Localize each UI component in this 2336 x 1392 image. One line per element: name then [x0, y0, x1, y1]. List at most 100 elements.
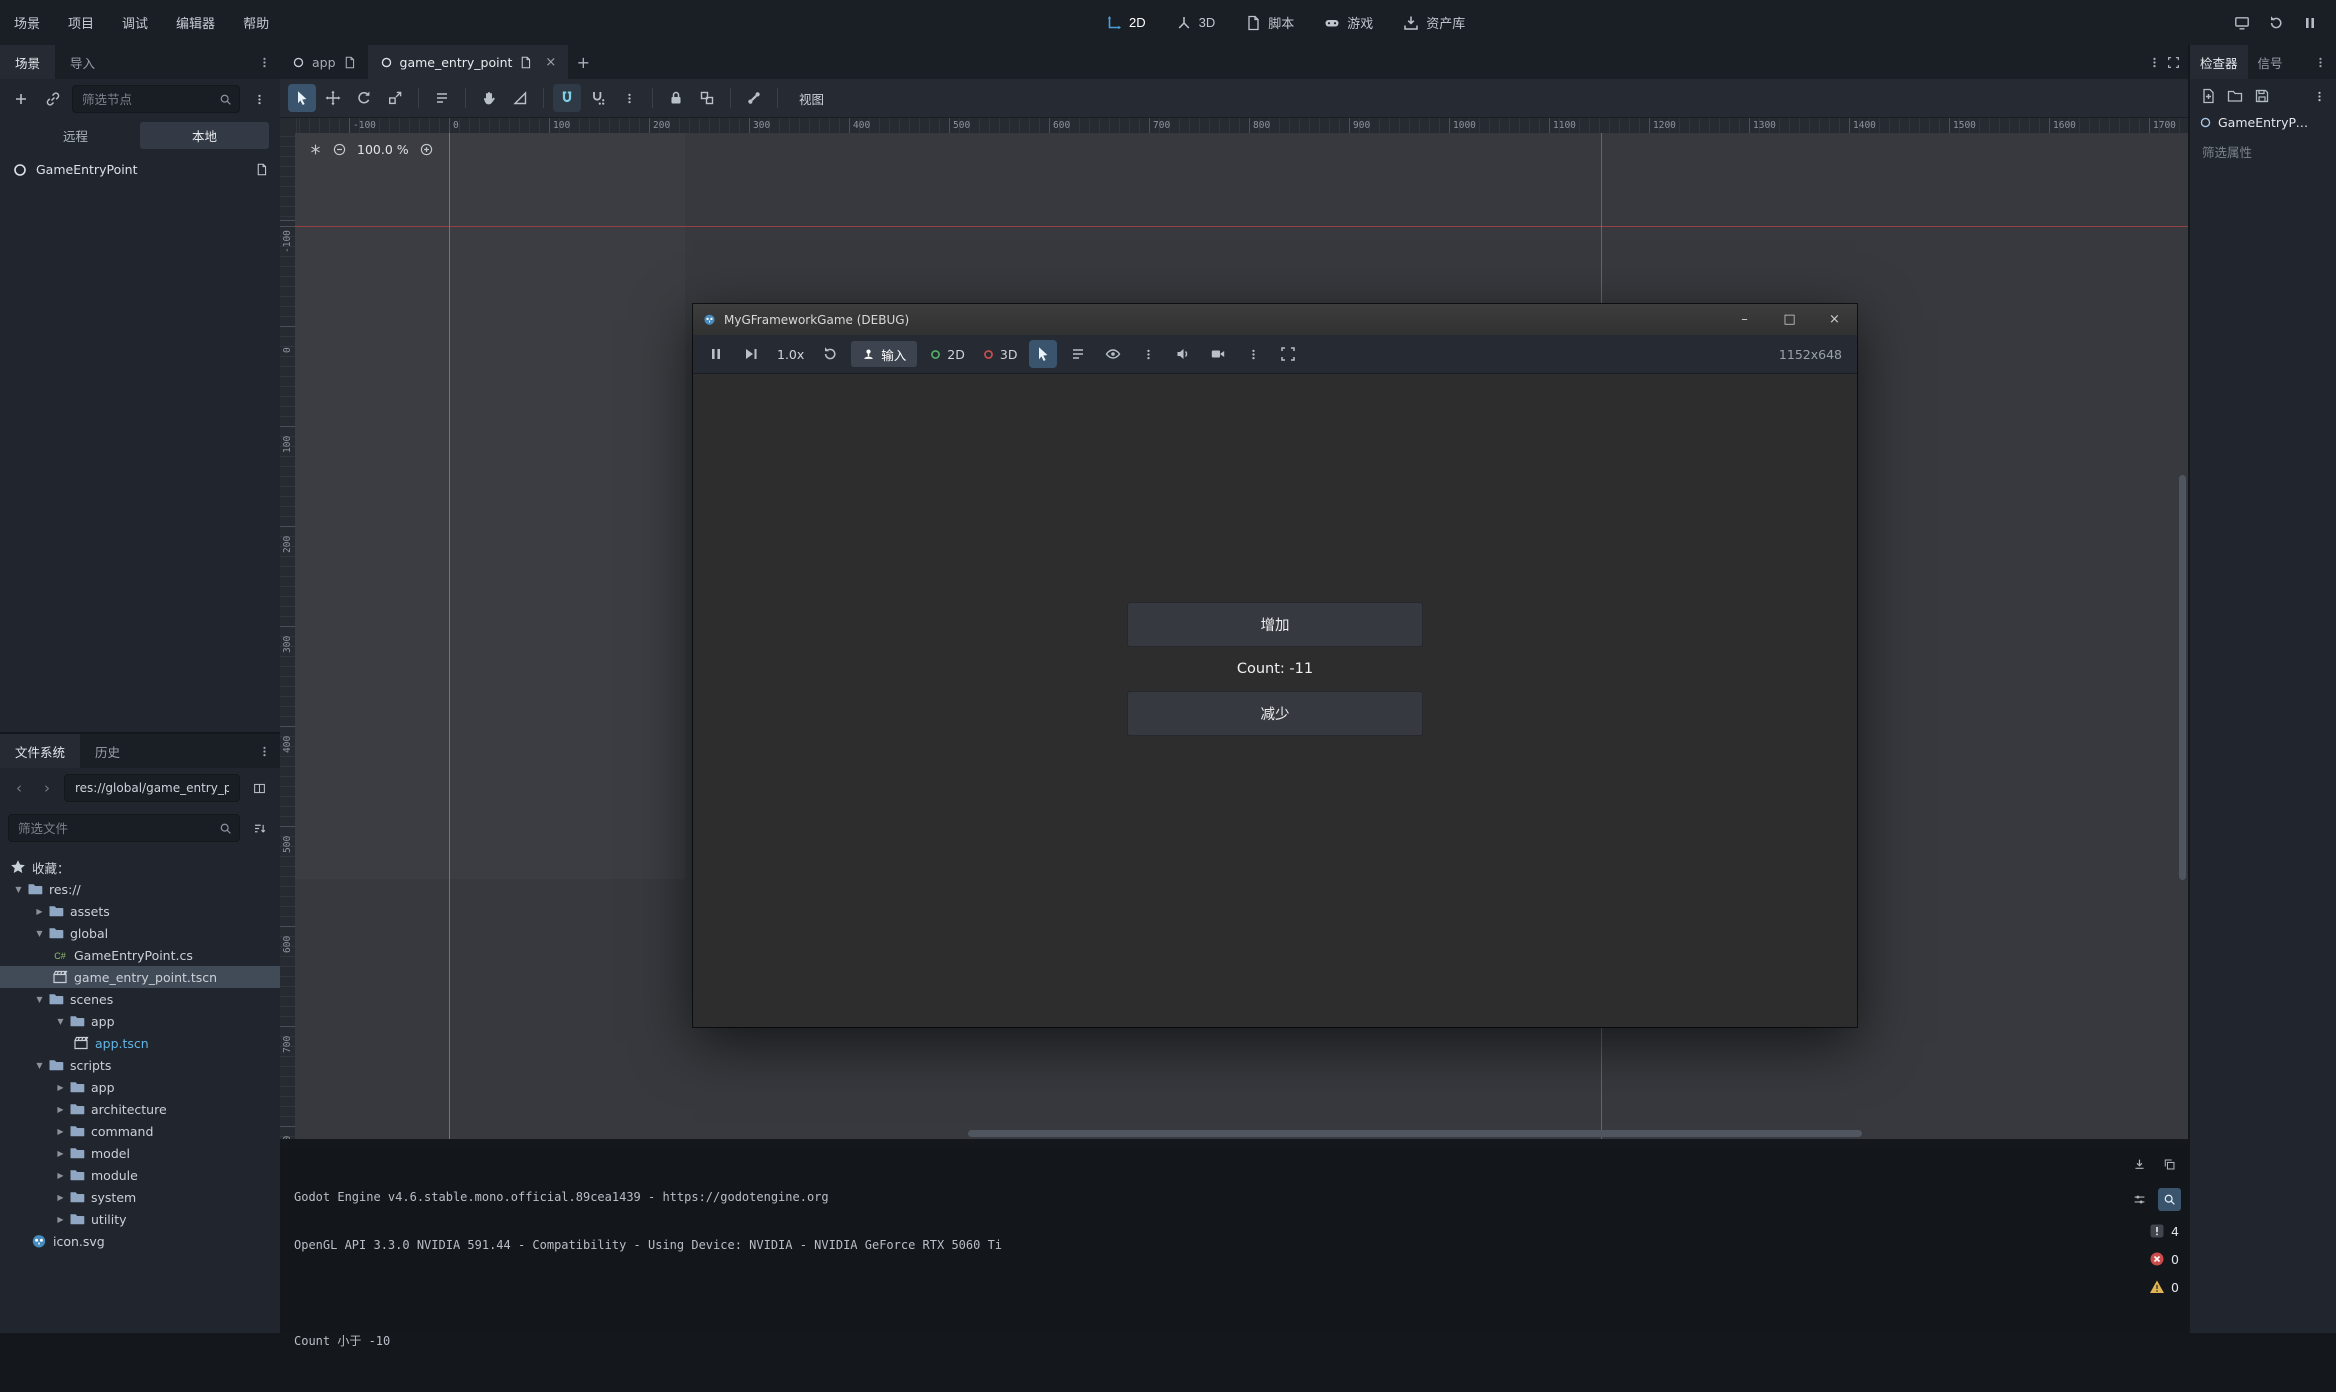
reload-icon[interactable] [2268, 15, 2284, 31]
select-tool-button[interactable] [288, 84, 316, 112]
workspace-game-button[interactable]: 游戏 [1313, 8, 1384, 37]
select-list-icon[interactable] [1064, 340, 1092, 368]
tab-import[interactable]: 导入 [55, 45, 110, 79]
filter-messages-icon[interactable] [2128, 1188, 2151, 1211]
maximize-button[interactable]: □ [1767, 304, 1812, 335]
camera-3d-toggle[interactable]: 3D [977, 347, 1023, 362]
fs-item[interactable]: ▶command [0, 1120, 280, 1142]
time-scale-label[interactable]: 1.0x [772, 347, 809, 362]
hscroll-thumb[interactable] [968, 1130, 1862, 1137]
menu-debug[interactable]: 调试 [108, 0, 162, 45]
menu-editor[interactable]: 编辑器 [162, 0, 229, 45]
list-select-button[interactable] [428, 84, 456, 112]
visibility-icon[interactable] [1099, 340, 1127, 368]
scene-tree-menu-icon[interactable] [246, 86, 272, 112]
tab-filesystem[interactable]: 文件系统 [0, 734, 80, 768]
minimize-button[interactable]: – [1722, 304, 1767, 335]
view-menu-button[interactable]: 视图 [787, 84, 836, 113]
fs-item[interactable]: GameEntryPoint.cs [0, 944, 280, 966]
selection-options-icon[interactable] [1134, 340, 1162, 368]
workspace-assetlib-button[interactable]: 资产库 [1392, 8, 1476, 37]
viewport-canvas[interactable]: 100.0 % MyGFrameworkGame (DEBUG) – □ × 1… [295, 133, 2188, 1139]
fs-item[interactable]: ▼scenes [0, 988, 280, 1010]
fs-item[interactable]: ▼app [0, 1010, 280, 1032]
remote-deploy-icon[interactable] [2234, 15, 2250, 31]
move-tool-button[interactable] [319, 84, 347, 112]
collapse-arrow-icon[interactable]: ▼ [31, 929, 48, 938]
zoom-out-button[interactable] [333, 143, 346, 156]
tab-signals[interactable]: 信号 [2248, 45, 2293, 79]
dock-menu-icon[interactable] [249, 45, 280, 79]
messages-badge[interactable]: 4 [2149, 1223, 2181, 1239]
canvas-vscrollbar[interactable] [2177, 133, 2188, 1139]
scene-tree-root-node[interactable]: GameEntryPoint [0, 155, 280, 184]
camera-options-icon[interactable] [1239, 340, 1267, 368]
fs-item[interactable]: ▶system [0, 1186, 280, 1208]
dock-menu-icon[interactable] [2305, 45, 2336, 79]
scene-filter-input[interactable] [80, 91, 213, 108]
collapse-arrow-icon[interactable]: ▼ [31, 1061, 48, 1070]
copy-log-icon[interactable] [2158, 1153, 2181, 1176]
expand-arrow-icon[interactable]: ▶ [52, 1149, 69, 1158]
skeleton-options-button[interactable] [740, 84, 768, 112]
input-mode-toggle[interactable]: 输入 [851, 341, 917, 367]
scene-tab-app[interactable]: app [280, 45, 368, 79]
property-filter-row[interactable]: 筛选属性 [2198, 139, 2328, 163]
remote-toggle[interactable]: 远程 [11, 122, 140, 149]
local-toggle[interactable]: 本地 [140, 122, 269, 149]
fs-item[interactable]: ▼global [0, 922, 280, 944]
grid-snap-button[interactable] [584, 84, 612, 112]
load-resource-icon[interactable] [2227, 88, 2243, 104]
pause-icon[interactable] [2302, 15, 2318, 31]
expand-arrow-icon[interactable]: ▶ [52, 1215, 69, 1224]
nav-back-button[interactable]: ‹ [8, 777, 30, 799]
split-view-icon[interactable] [246, 775, 272, 801]
warnings-badge[interactable]: 0 [2149, 1279, 2181, 1295]
expand-arrow-icon[interactable]: ▶ [31, 907, 48, 916]
smart-snap-button[interactable] [553, 84, 581, 112]
fs-item[interactable]: ▶app [0, 1076, 280, 1098]
workspace-3d-button[interactable]: 3D [1165, 10, 1227, 36]
add-node-button[interactable] [8, 86, 34, 112]
camera-override-icon[interactable] [1204, 340, 1232, 368]
distraction-free-icon[interactable] [2167, 56, 2180, 69]
fs-item[interactable]: ▶assets [0, 900, 280, 922]
search-log-icon[interactable] [2158, 1188, 2181, 1211]
tab-list-menu-icon[interactable] [2148, 56, 2161, 69]
increase-button[interactable]: 增加 [1127, 602, 1423, 647]
file-filter-input[interactable] [16, 820, 213, 837]
fs-item[interactable]: ▼scripts [0, 1054, 280, 1076]
rotate-tool-button[interactable] [350, 84, 378, 112]
instance-scene-button[interactable] [40, 86, 66, 112]
resource-options-icon[interactable] [2313, 90, 2326, 103]
save-resource-icon[interactable] [2254, 88, 2270, 104]
lock-node-button[interactable] [662, 84, 690, 112]
save-log-icon[interactable] [2128, 1153, 2151, 1176]
new-scene-tab-button[interactable]: + [568, 45, 598, 79]
center-view-icon[interactable] [309, 143, 322, 156]
tab-scene[interactable]: 场景 [0, 45, 55, 79]
decrease-button[interactable]: 减少 [1127, 691, 1423, 736]
workspace-2d-button[interactable]: 2D [1095, 10, 1157, 36]
audio-mute-toggle[interactable] [1169, 340, 1197, 368]
ruler-tool-button[interactable] [506, 84, 534, 112]
tab-history[interactable]: 历史 [80, 734, 135, 768]
next-frame-button[interactable] [737, 340, 765, 368]
embed-fullscreen-button[interactable] [1274, 340, 1302, 368]
expand-arrow-icon[interactable]: ▶ [52, 1105, 69, 1114]
expand-arrow-icon[interactable]: ▶ [52, 1193, 69, 1202]
game-window-titlebar[interactable]: MyGFrameworkGame (DEBUG) – □ × [693, 304, 1857, 335]
dock-menu-icon[interactable] [249, 734, 280, 768]
fs-item[interactable]: ▼res:// [0, 878, 280, 900]
suspend-button[interactable] [702, 340, 730, 368]
fs-item[interactable]: ▶utility [0, 1208, 280, 1230]
workspace-script-button[interactable]: 脚本 [1234, 8, 1305, 37]
edited-object-row[interactable]: GameEntryPoint [2190, 110, 2336, 135]
group-node-button[interactable] [693, 84, 721, 112]
fs-item[interactable]: ▶model [0, 1142, 280, 1164]
fs-item[interactable]: icon.svg [0, 1230, 280, 1252]
menu-project[interactable]: 项目 [54, 0, 108, 45]
sort-files-icon[interactable] [246, 815, 272, 841]
expand-arrow-icon[interactable]: ▶ [52, 1171, 69, 1180]
menu-scene[interactable]: 场景 [0, 0, 54, 45]
